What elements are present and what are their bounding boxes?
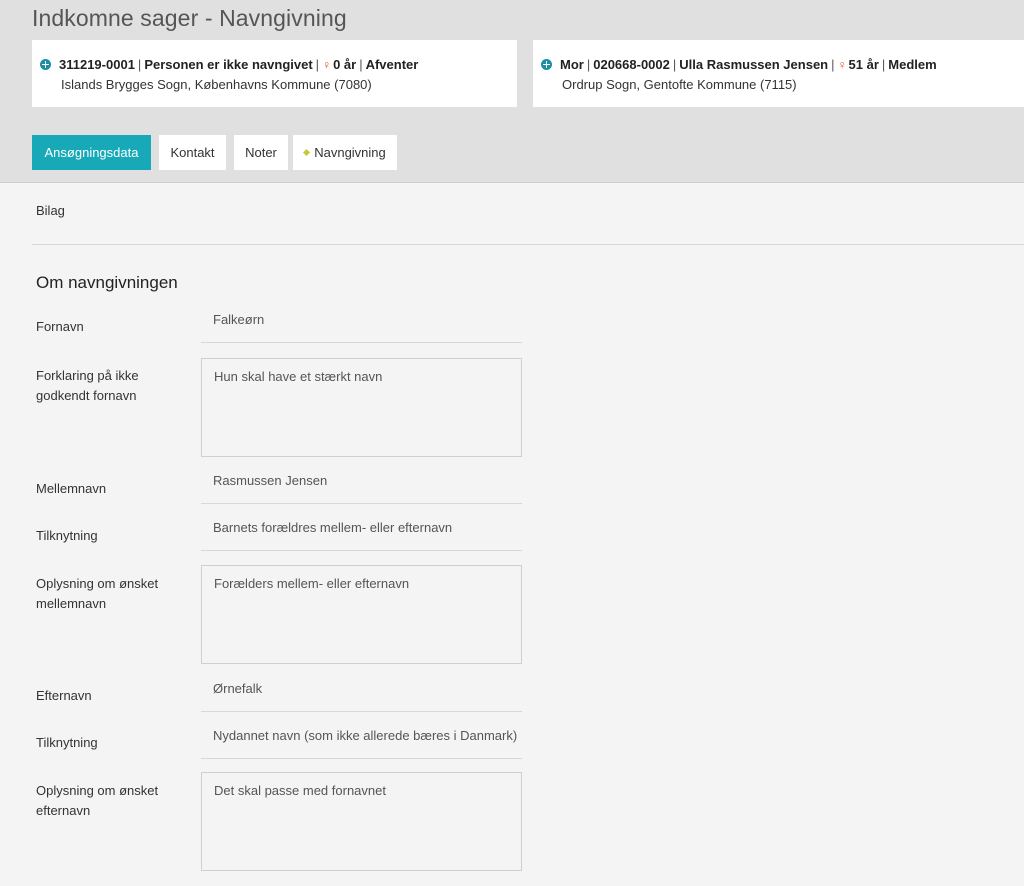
mother-card-summary: Mor | 020668-0002 | Ulla Rasmussen Jensen | ♀ 5… xyxy=(541,57,937,72)
page-header: Indkomne sager - Navngivning 311219-0001… xyxy=(0,0,1024,183)
mother-cpr-prefix: 020668- xyxy=(593,57,641,72)
oplysning-efternavn-label: Oplysning om ønsket efternavn xyxy=(36,783,159,818)
tab-ansoegningsdata[interactable]: Ansøgningsdata xyxy=(32,135,151,170)
mother-person-card: Mor | 020668-0002 | Ulla Rasmussen Jensen | ♀ 5… xyxy=(533,40,1024,107)
child-cpr-suffix: 0001 xyxy=(106,57,135,72)
tilknytning-efternavn-field[interactable]: Nydannet navn (som ikke allerede bæres i… xyxy=(201,725,522,759)
tilknytning-mellemnavn-label: Tilknytning xyxy=(36,528,98,543)
page-title: Indkomne sager - Navngivning xyxy=(32,5,347,31)
efternavn-field[interactable]: Ørnefalk xyxy=(201,678,522,712)
mother-role: Mor xyxy=(560,57,584,72)
child-location: Islands Brygges Sogn, Københavns Kommune… xyxy=(61,77,372,92)
child-card-summary: 311219-0001 | Personen er ikke navngivet | ♀… xyxy=(40,57,418,72)
mellemnavn-label: Mellemnavn xyxy=(36,481,107,496)
divider xyxy=(32,244,1024,245)
separator: | xyxy=(672,57,677,72)
child-cpr-prefix: 311219- xyxy=(59,57,106,72)
mother-age: 51 år xyxy=(848,57,879,72)
tab-navngivning-label: Navngivning xyxy=(314,145,386,160)
tab-kontakt[interactable]: Kontakt xyxy=(159,135,226,170)
section-title: Om navngivningen xyxy=(36,273,178,292)
efternavn-label: Efternavn xyxy=(36,688,92,703)
tab-noter[interactable]: Noter xyxy=(234,135,288,170)
separator: | xyxy=(315,57,320,72)
forklaring-label: Forklaring på ikke godkendt fornavn xyxy=(36,368,139,403)
separator: | xyxy=(586,57,591,72)
separator: | xyxy=(359,57,363,72)
separator: | xyxy=(831,57,835,72)
child-status-text: Personen er ikke navngivet xyxy=(144,57,313,72)
mother-name: Ulla Rasmussen Jensen xyxy=(679,57,829,72)
separator: | xyxy=(137,57,142,72)
expand-plus-icon[interactable] xyxy=(40,59,51,70)
female-person-icon: ♀ xyxy=(837,58,847,72)
tilknytning-efternavn-label: Tilknytning xyxy=(36,735,98,750)
child-person-card: 311219-0001 | Personen er ikke navngivet | ♀… xyxy=(32,40,517,107)
oplysning-efternavn-textarea[interactable]: Det skal passe med fornavnet xyxy=(201,772,522,871)
forklaring-textarea[interactable]: Hun skal have et stærkt navn xyxy=(201,358,522,457)
mellemnavn-field[interactable]: Rasmussen Jensen xyxy=(201,470,522,504)
diamond-marker-icon xyxy=(303,148,311,157)
expand-plus-icon[interactable] xyxy=(541,59,552,70)
separator: | xyxy=(881,57,886,72)
oplysning-mellemnavn-label: Oplysning om ønsket mellemnavn xyxy=(36,576,159,611)
mother-cpr-suffix: 0002 xyxy=(640,57,670,72)
mother-membership-status: Medlem xyxy=(888,57,937,72)
female-person-icon: ♀ xyxy=(322,58,332,72)
child-age: 0 år xyxy=(333,57,357,72)
fornavn-field[interactable]: Falkeørn xyxy=(201,309,522,343)
tab-navngivning[interactable]: Navngivning xyxy=(293,135,397,170)
child-membership-status: Afventer xyxy=(365,57,419,72)
mother-location: Ordrup Sogn, Gentofte Kommune (7115) xyxy=(562,77,797,92)
oplysning-mellemnavn-textarea[interactable]: Forælders mellem- eller efternavn xyxy=(201,565,522,664)
tilknytning-mellemnavn-field[interactable]: Barnets forældres mellem- eller efternav… xyxy=(201,517,522,551)
bilag-link[interactable]: Bilag xyxy=(36,203,65,218)
fornavn-label: Fornavn xyxy=(36,319,84,334)
